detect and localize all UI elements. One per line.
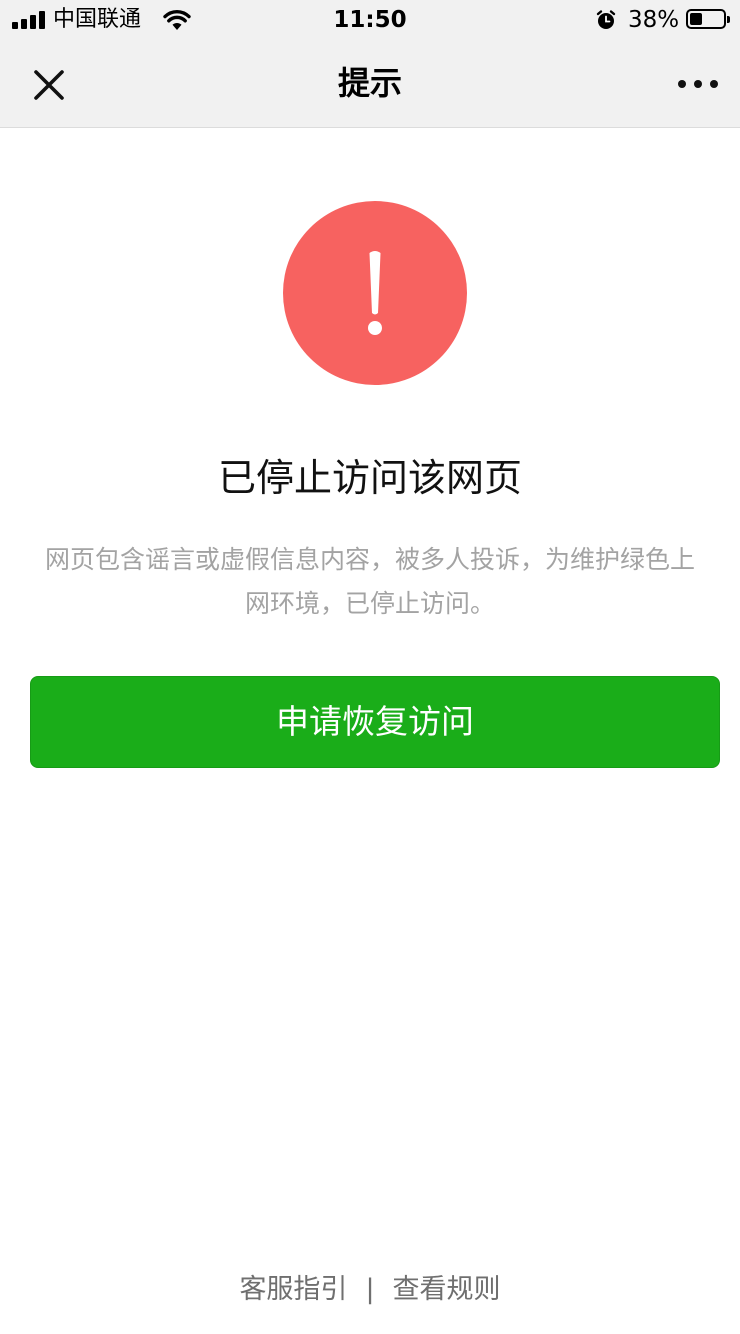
page-title: 提示 [337,64,402,102]
restore-access-button[interactable]: 申请恢复访问 [30,676,720,768]
alarm-icon [596,10,616,29]
customer-service-link[interactable]: 客服指引 [239,1274,347,1305]
page-heading: 已停止访问该网页 [217,456,522,500]
footer-separator: | [365,1274,375,1305]
more-icon[interactable] [672,68,724,100]
battery-icon [686,9,730,29]
status-bar: 中国联通 11:50 38% [0,0,740,40]
exclamation-icon [283,201,467,385]
battery-fill [690,13,702,25]
description-text: 网页包含谣言或虚假信息内容，被多人投诉，为维护绿色上网环境，已停止访问。 [44,545,695,618]
nav-bar: 提示 [0,40,740,127]
battery-percent: 38% [628,7,680,33]
header-area: 中国联通 11:50 38% 提示 [0,0,740,128]
view-rules-link[interactable]: 查看规则 [393,1274,501,1305]
footer-links: 客服指引 | 查看规则 [0,1266,740,1314]
